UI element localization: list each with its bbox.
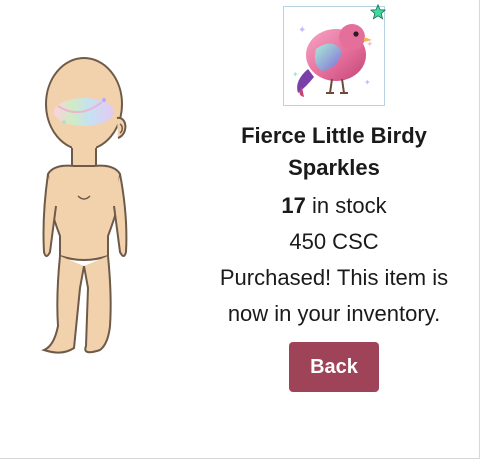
bird-sparkles-icon: ✦ ✦ ✦ ✦ [292, 24, 374, 97]
stock-count: 17 [281, 193, 306, 218]
svg-text:✦: ✦ [292, 70, 299, 79]
avatar-preview [41, 57, 128, 354]
item-price: 450 CSC [289, 229, 379, 254]
svg-text:✦: ✦ [364, 78, 371, 87]
item-thumbnail: ✦ ✦ ✦ ✦ [283, 4, 386, 106]
star-icon [370, 4, 386, 20]
stock-suffix: in stock [305, 193, 387, 218]
svg-text:✦: ✦ [298, 25, 306, 36]
item-info: ✦ ✦ ✦ ✦ Fierce Little Birdy Sparkles 17 … [200, 0, 468, 392]
svg-text:✦: ✦ [366, 40, 374, 50]
back-button[interactable]: Back [289, 342, 379, 392]
stock-line: 17 in stock [200, 188, 468, 224]
purchase-status: Purchased! This item is now in your inve… [219, 265, 449, 326]
shop-item-panel: ✦ ✦ ✦ ✦ Fierce Little Birdy Sparkles 17 … [0, 0, 480, 459]
item-name: Fierce Little Birdy Sparkles [241, 123, 427, 180]
